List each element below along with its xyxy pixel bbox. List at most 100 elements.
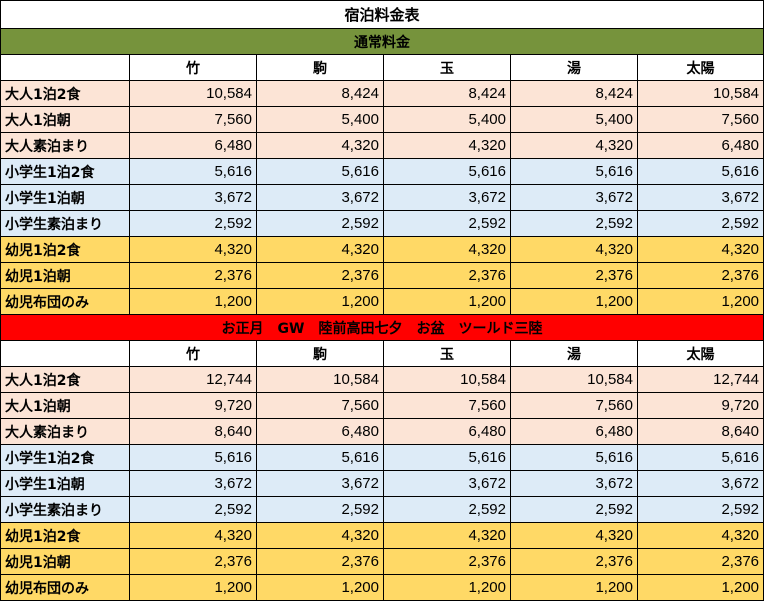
price-cell: 12,744	[129, 366, 257, 393]
price-cell: 4,320	[383, 522, 511, 549]
table-title: 宿泊料金表	[0, 0, 764, 29]
price-cell: 4,320	[383, 132, 511, 159]
price-cell: 8,424	[256, 80, 384, 107]
price-cell: 4,320	[256, 132, 384, 159]
table-row: 小学生1泊朝 3,672 3,672 3,672 3,672 3,672	[0, 184, 764, 211]
price-cell: 3,672	[129, 184, 257, 211]
price-cell: 5,616	[636, 444, 764, 471]
column-header: 竹	[129, 340, 257, 367]
price-cell: 2,376	[636, 262, 764, 289]
row-label: 小学生1泊朝	[0, 470, 130, 497]
row-label: 大人1泊朝	[0, 106, 130, 133]
price-cell: 5,616	[510, 158, 638, 185]
table-row: 大人1泊朝 9,720 7,560 7,560 7,560 9,720	[0, 392, 764, 419]
price-cell: 2,376	[636, 548, 764, 575]
table-row: 幼児1泊朝 2,376 2,376 2,376 2,376 2,376	[0, 262, 764, 289]
price-cell: 8,640	[129, 418, 257, 445]
table-row: 幼児1泊朝 2,376 2,376 2,376 2,376 2,376	[0, 548, 764, 575]
price-cell: 3,672	[636, 470, 764, 497]
row-label: 幼児1泊朝	[0, 262, 130, 289]
price-cell: 9,720	[636, 392, 764, 419]
table-row: 幼児1泊2食 4,320 4,320 4,320 4,320 4,320	[0, 522, 764, 549]
price-cell: 10,584	[510, 366, 638, 393]
price-cell: 3,672	[510, 184, 638, 211]
header-corner	[0, 340, 130, 367]
row-label: 幼児1泊2食	[0, 236, 130, 263]
price-cell: 2,592	[383, 210, 511, 237]
price-cell: 7,560	[383, 392, 511, 419]
column-header: 竹	[129, 54, 257, 81]
price-cell: 1,200	[256, 288, 384, 315]
price-cell: 2,592	[256, 496, 384, 523]
table-row: 小学生素泊まり 2,592 2,592 2,592 2,592 2,592	[0, 210, 764, 237]
price-cell: 5,616	[256, 158, 384, 185]
price-cell: 4,320	[129, 236, 257, 263]
price-cell: 4,320	[256, 522, 384, 549]
row-label: 幼児1泊朝	[0, 548, 130, 575]
price-cell: 2,376	[510, 262, 638, 289]
price-cell: 6,480	[256, 418, 384, 445]
price-cell: 4,320	[510, 522, 638, 549]
price-cell: 7,560	[510, 392, 638, 419]
price-cell: 10,584	[383, 366, 511, 393]
column-header: 駒	[256, 340, 384, 367]
price-cell: 2,376	[129, 548, 257, 575]
table-row: 幼児布団のみ 1,200 1,200 1,200 1,200 1,200	[0, 574, 764, 601]
price-cell: 3,672	[129, 470, 257, 497]
price-cell: 2,376	[256, 262, 384, 289]
price-cell: 3,672	[383, 470, 511, 497]
price-cell: 3,672	[383, 184, 511, 211]
column-header: 湯	[510, 54, 638, 81]
price-cell: 2,376	[510, 548, 638, 575]
price-cell: 5,400	[256, 106, 384, 133]
price-cell: 7,560	[256, 392, 384, 419]
rate-table: 宿泊料金表 通常料金竹駒玉湯太陽 大人1泊2食 10,584 8,424 8,424 8,…	[0, 0, 764, 601]
price-cell: 5,400	[510, 106, 638, 133]
table-row: 幼児布団のみ 1,200 1,200 1,200 1,200 1,200	[0, 288, 764, 315]
price-cell: 3,672	[256, 470, 384, 497]
table-row: 大人素泊まり 8,640 6,480 6,480 6,480 8,640	[0, 418, 764, 445]
section-header: お正月 GW 陸前高田七夕 お盆 ツールド三陸	[0, 314, 764, 341]
table-row: 大人1泊2食 12,744 10,584 10,584 10,584 12,744	[0, 366, 764, 393]
price-cell: 8,424	[383, 80, 511, 107]
price-cell: 10,584	[256, 366, 384, 393]
row-label: 小学生1泊朝	[0, 184, 130, 211]
row-label: 小学生素泊まり	[0, 210, 130, 237]
price-cell: 10,584	[129, 80, 257, 107]
row-label: 大人1泊2食	[0, 80, 130, 107]
price-cell: 2,592	[636, 210, 764, 237]
price-cell: 1,200	[636, 288, 764, 315]
row-label: 幼児布団のみ	[0, 574, 130, 601]
price-cell: 2,592	[636, 496, 764, 523]
price-cell: 9,720	[129, 392, 257, 419]
price-cell: 10,584	[636, 80, 764, 107]
price-cell: 4,320	[383, 236, 511, 263]
table-row: 大人1泊2食 10,584 8,424 8,424 8,424 10,584	[0, 80, 764, 107]
price-cell: 1,200	[129, 574, 257, 601]
price-cell: 1,200	[510, 574, 638, 601]
price-cell: 6,480	[383, 418, 511, 445]
price-cell: 2,592	[256, 210, 384, 237]
price-cell: 4,320	[510, 132, 638, 159]
price-cell: 1,200	[383, 574, 511, 601]
table-row: 小学生1泊朝 3,672 3,672 3,672 3,672 3,672	[0, 470, 764, 497]
price-cell: 5,616	[510, 444, 638, 471]
section-header: 通常料金	[0, 28, 764, 55]
price-cell: 5,616	[636, 158, 764, 185]
price-cell: 2,376	[383, 548, 511, 575]
price-cell: 5,400	[383, 106, 511, 133]
row-label: 幼児布団のみ	[0, 288, 130, 315]
price-cell: 3,672	[510, 470, 638, 497]
price-cell: 2,592	[129, 496, 257, 523]
price-cell: 5,616	[383, 444, 511, 471]
table-row: 大人素泊まり 6,480 4,320 4,320 4,320 6,480	[0, 132, 764, 159]
price-cell: 1,200	[636, 574, 764, 601]
price-cell: 3,672	[256, 184, 384, 211]
table-row: 小学生1泊2食 5,616 5,616 5,616 5,616 5,616	[0, 158, 764, 185]
price-cell: 1,200	[510, 288, 638, 315]
price-cell: 4,320	[129, 522, 257, 549]
column-header: 太陽	[636, 340, 764, 367]
price-cell: 3,672	[636, 184, 764, 211]
row-label: 小学生1泊2食	[0, 444, 130, 471]
price-cell: 8,640	[636, 418, 764, 445]
